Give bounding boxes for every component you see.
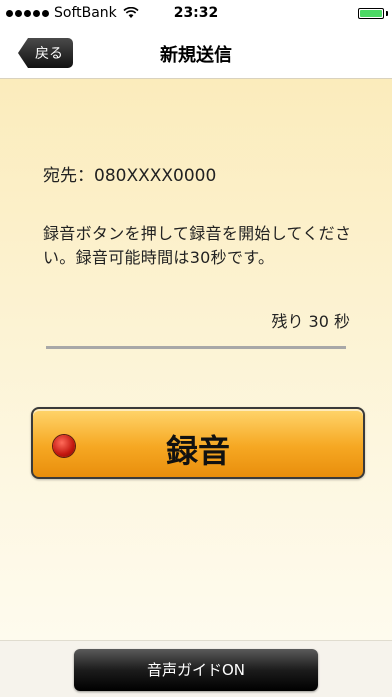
instruction-text: 録音ボタンを押して録音を開始してください。録音可能時間は30秒です。 — [43, 224, 352, 267]
page-title: 新規送信 — [160, 45, 232, 66]
navigation-bar: 戻る 新規送信 — [0, 28, 392, 79]
remaining-time: 残り 30 秒 — [271, 312, 350, 331]
status-bar: SoftBank 23:32 — [0, 0, 392, 28]
divider — [46, 346, 346, 349]
record-button-label: 録音 — [165, 432, 230, 470]
record-button[interactable]: 録音 — [31, 407, 365, 479]
recipient-text: 宛先：080XXXX0000 — [43, 166, 217, 186]
battery-icon — [358, 8, 384, 19]
voice-guide-toggle-button[interactable]: 音声ガイドON — [74, 649, 318, 691]
main-content: 宛先：080XXXX0000 録音ボタンを押して録音を開始してください。録音可能… — [0, 79, 392, 640]
battery-tip — [386, 11, 388, 16]
bottom-toolbar: 音声ガイドON — [0, 640, 392, 697]
status-time: 23:32 — [173, 5, 219, 21]
